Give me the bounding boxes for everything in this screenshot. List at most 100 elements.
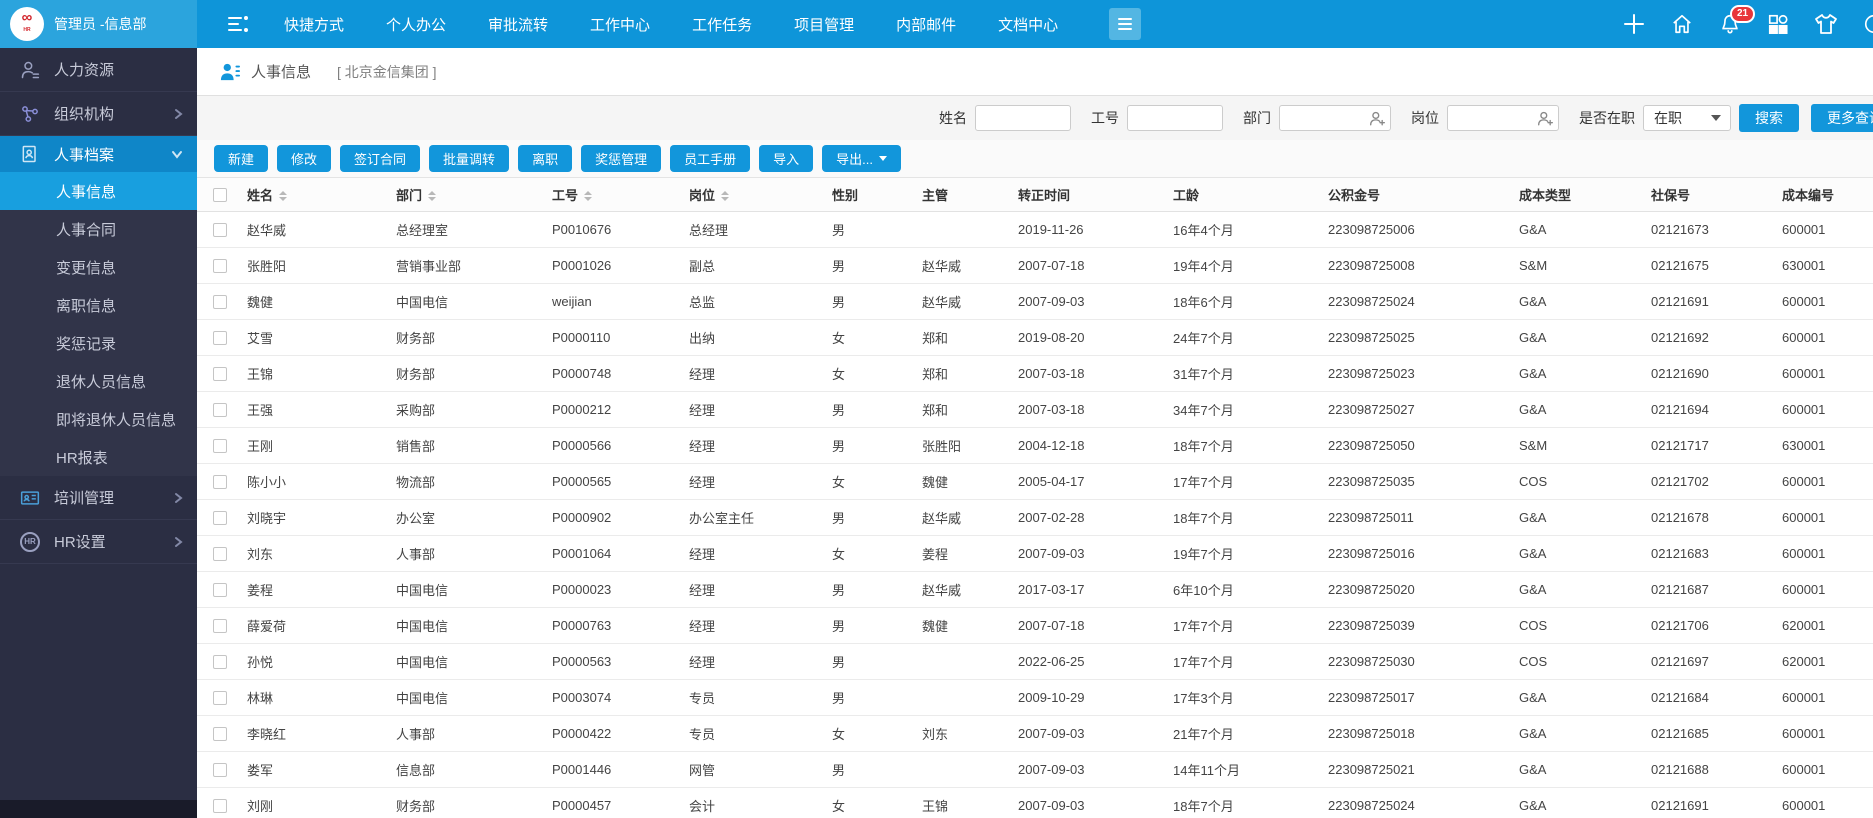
grid-icon[interactable] — [1766, 12, 1790, 36]
edit-button[interactable]: 修改 — [277, 145, 332, 172]
sidebar-item-organization[interactable]: 组织机构 — [0, 92, 197, 136]
apps-menu-icon[interactable] — [1109, 8, 1142, 40]
table-row[interactable]: 艾雪 财务部 P0000110 出纳女郑和 2019-08-20 24年7个月 223098… — [197, 319, 1873, 356]
row-checkbox[interactable] — [213, 222, 227, 237]
sidebar-item-hr-report[interactable]: HR报表 — [0, 438, 197, 476]
import-button[interactable]: 导入 — [759, 145, 814, 172]
cell-manager: 赵华威 — [914, 499, 1010, 536]
export-button[interactable]: 导出... — [822, 145, 901, 172]
sidebar-item-resignation-info[interactable]: 离职信息 — [0, 286, 197, 324]
table-row[interactable]: 陈小小 物流部 P0000565 经理女魏健 2005-04-17 17年7个月 22309… — [197, 463, 1873, 500]
cell-dept: 采购部 — [388, 391, 544, 428]
sidebar-item-hr-settings[interactable]: HR HR设置 — [0, 520, 197, 564]
table-row[interactable]: 娄军 信息部 P0001446 网管男 2007-09-03 14年11个月 2230987… — [197, 751, 1873, 788]
row-checkbox[interactable] — [213, 546, 227, 561]
bell-icon[interactable]: 21 — [1718, 5, 1756, 36]
person-add-icon[interactable] — [1369, 110, 1386, 126]
cell-cost_type: G&A — [1511, 355, 1643, 392]
sidebar-item-retired-info[interactable]: 退休人员信息 — [0, 362, 197, 400]
row-checkbox[interactable] — [213, 402, 227, 417]
batch-transfer-button[interactable]: 批量调转 — [429, 145, 510, 172]
cell-dept: 中国电信 — [388, 679, 544, 716]
row-checkbox[interactable] — [213, 690, 227, 705]
cell-cost_no: 600001 — [1774, 463, 1873, 500]
row-checkbox[interactable] — [213, 294, 227, 309]
nav-item-work-tasks[interactable]: 工作任务 — [671, 0, 773, 48]
table-row[interactable]: 孙悦 中国电信 P0000563 经理男 2022-06-25 17年7个月 2230987… — [197, 643, 1873, 680]
sidebar-item-personnel-archive[interactable]: 人事档案 — [0, 136, 197, 172]
sort-icon[interactable] — [428, 191, 437, 202]
table-row[interactable]: 刘东 人事部 P0001064 经理女姜程 2007-09-03 19年7个月 223098… — [197, 535, 1873, 572]
table-row[interactable]: 魏健 中国电信 weijian 总监男赵华威 2007-09-03 18年6个月 22309… — [197, 283, 1873, 320]
sign-contract-button[interactable]: 签订合同 — [340, 145, 421, 172]
resign-button[interactable]: 离职 — [518, 145, 573, 172]
table-row[interactable]: 张胜阳 营销事业部 P0001026 副总男赵华威 2007-07-18 19年4个月 22… — [197, 247, 1873, 284]
table-row[interactable]: 刘晓宇 办公室 P0000902 办公室主任男赵华威 2007-02-28 18年7个月 2… — [197, 499, 1873, 536]
cell-seniority: 19年4个月 — [1165, 247, 1320, 284]
sort-icon[interactable] — [721, 191, 730, 202]
cell-name: 艾雪 — [239, 319, 388, 356]
row-checkbox[interactable] — [213, 258, 227, 273]
reward-punishment-button[interactable]: 奖惩管理 — [581, 145, 662, 172]
table-row[interactable]: 姜程 中国电信 P0000023 经理男赵华威 2017-03-17 6年10个月 2230… — [197, 571, 1873, 608]
circle-icon[interactable] — [1862, 12, 1873, 36]
row-checkbox[interactable] — [213, 798, 227, 813]
nav-item-approval-flow[interactable]: 审批流转 — [467, 0, 569, 48]
nav-item-personal-office[interactable]: 个人办公 — [365, 0, 467, 48]
table-row[interactable]: 赵华威 总经理室 P0010676 总经理男 2019-11-26 16年4个月 22309… — [197, 211, 1873, 248]
cell-regular_date: 2007-09-03 — [1010, 715, 1165, 752]
person-add-icon[interactable] — [1537, 110, 1554, 126]
select-all-checkbox[interactable] — [213, 188, 227, 203]
collapse-menu-icon[interactable] — [227, 0, 249, 48]
sidebar-item-training-mgmt[interactable]: 培训管理 — [0, 476, 197, 520]
row-checkbox[interactable] — [213, 330, 227, 345]
col-header-dept[interactable]: 部门 — [388, 178, 544, 212]
status-filter-select[interactable]: 在职 — [1643, 105, 1731, 131]
nav-item-project-mgmt[interactable]: 项目管理 — [773, 0, 875, 48]
sidebar-item-change-info[interactable]: 变更信息 — [0, 248, 197, 286]
row-checkbox[interactable] — [213, 510, 227, 525]
table-row[interactable]: 刘刚 财务部 P0000457 会计女王锦 2007-09-03 18年7个月 223098… — [197, 787, 1873, 818]
sidebar-item-human-resources[interactable]: 人力资源 — [0, 48, 197, 92]
row-checkbox[interactable] — [213, 618, 227, 633]
plus-icon[interactable] — [1622, 12, 1646, 36]
nav-item-internal-mail[interactable]: 内部邮件 — [875, 0, 977, 48]
col-header-empno[interactable]: 工号 — [544, 178, 681, 212]
empno-filter-input[interactable] — [1127, 105, 1223, 131]
search-button[interactable]: 搜索 — [1739, 104, 1799, 132]
row-checkbox[interactable] — [213, 726, 227, 741]
sort-icon[interactable] — [584, 191, 593, 202]
nav-item-shortcuts[interactable]: 快捷方式 — [263, 0, 365, 48]
table-row[interactable]: 王刚 销售部 P0000566 经理男张胜阳 2004-12-18 18年7个月 22309… — [197, 427, 1873, 464]
sidebar-item-retiring-soon-info[interactable]: 即将退休人员信息 — [0, 400, 197, 438]
table-row[interactable]: 林琳 中国电信 P0003074 专员男 2009-10-29 17年3个月 2230987… — [197, 679, 1873, 716]
nav-item-document-center[interactable]: 文档中心 — [977, 0, 1079, 48]
sidebar-footer — [0, 800, 197, 818]
home-icon[interactable] — [1670, 12, 1694, 36]
table-row[interactable]: 王强 采购部 P0000212 经理男郑和 2007-03-18 34年7个月 223098… — [197, 391, 1873, 428]
table-row[interactable]: 王锦 财务部 P0000748 经理女郑和 2007-03-18 31年7个月 223098… — [197, 355, 1873, 392]
name-filter-input[interactable] — [975, 105, 1071, 131]
row-checkbox[interactable] — [213, 654, 227, 669]
row-checkbox[interactable] — [213, 438, 227, 453]
cell-post: 办公室主任 — [681, 499, 824, 536]
sidebar-item-personnel-contract[interactable]: 人事合同 — [0, 210, 197, 248]
sort-icon[interactable] — [279, 191, 288, 202]
more-query-button[interactable]: 更多查询 — [1811, 104, 1873, 132]
row-checkbox[interactable] — [213, 366, 227, 381]
row-checkbox[interactable] — [213, 582, 227, 597]
col-header-post[interactable]: 岗位 — [681, 178, 824, 212]
cell-regular_date: 2007-09-03 — [1010, 283, 1165, 320]
col-header-name[interactable]: 姓名 — [239, 178, 388, 212]
table-row[interactable]: 李晓红 人事部 P0000422 专员女刘东 2007-09-03 21年7个月 22309… — [197, 715, 1873, 752]
shirt-icon[interactable] — [1814, 12, 1838, 36]
table-row[interactable]: 薛爱荷 中国电信 P0000763 经理男魏健 2007-07-18 17年7个月 2230… — [197, 607, 1873, 644]
sidebar-subitem-label: 变更信息 — [56, 259, 117, 277]
nav-item-work-center[interactable]: 工作中心 — [569, 0, 671, 48]
row-checkbox[interactable] — [213, 474, 227, 489]
row-checkbox[interactable] — [213, 762, 227, 777]
new-button[interactable]: 新建 — [214, 145, 269, 172]
employee-handbook-button[interactable]: 员工手册 — [670, 145, 751, 172]
sidebar-item-personnel-info[interactable]: 人事信息 — [0, 172, 197, 210]
sidebar-item-reward-punishment[interactable]: 奖惩记录 — [0, 324, 197, 362]
